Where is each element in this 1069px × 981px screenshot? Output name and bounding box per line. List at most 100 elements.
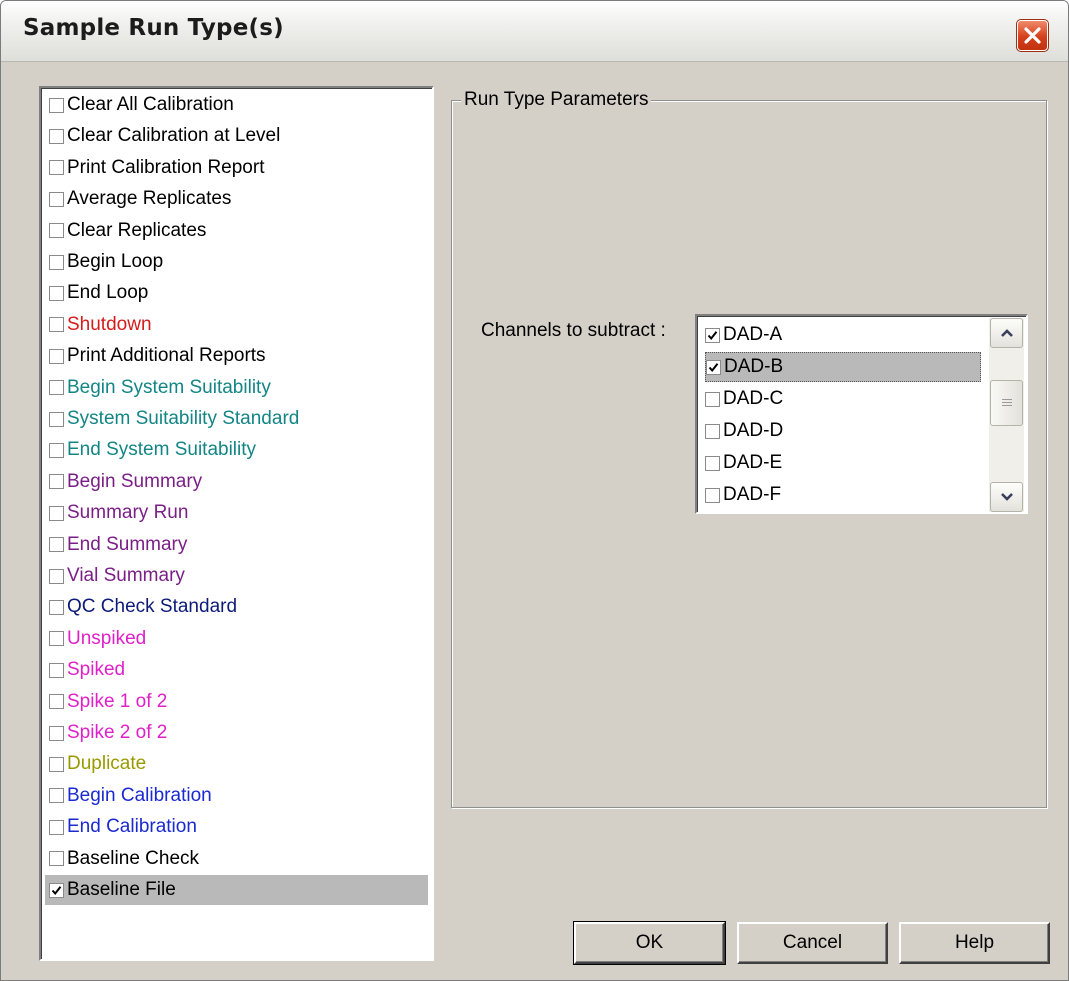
- run-type-item[interactable]: Clear All Calibration: [49, 90, 234, 120]
- ok-button[interactable]: OK: [573, 921, 726, 965]
- run-type-item[interactable]: End Calibration: [49, 812, 197, 842]
- run-type-item[interactable]: Baseline File: [45, 875, 428, 905]
- checkbox[interactable]: [705, 391, 720, 407]
- run-type-item[interactable]: Baseline Check: [49, 844, 199, 874]
- run-type-label: End Loop: [67, 282, 149, 304]
- checkbox[interactable]: [49, 474, 64, 490]
- run-type-label: Clear All Calibration: [67, 94, 234, 115]
- channel-item[interactable]: DAD-E: [705, 448, 981, 478]
- checkbox-checked[interactable]: [705, 327, 720, 343]
- checkbox[interactable]: [49, 191, 64, 207]
- run-type-item[interactable]: Spike 1 of 2: [49, 687, 167, 717]
- checkbox[interactable]: [705, 487, 720, 503]
- close-button[interactable]: [1016, 19, 1049, 52]
- checkbox[interactable]: [49, 788, 64, 804]
- channel-label: DAD-D: [723, 420, 784, 441]
- channel-item[interactable]: DAD-A: [705, 320, 981, 350]
- run-type-item[interactable]: Begin Calibration: [49, 781, 212, 811]
- run-type-label: Duplicate: [67, 753, 147, 775]
- checkbox-checked[interactable]: [49, 882, 64, 898]
- checkbox[interactable]: [49, 380, 64, 396]
- run-type-list[interactable]: Clear All Calibration Clear Calibration a…: [39, 86, 434, 961]
- run-type-item[interactable]: Begin System Suitability: [49, 373, 271, 403]
- checkbox[interactable]: [49, 631, 64, 647]
- checkbox[interactable]: [705, 423, 720, 439]
- channel-label: DAD-F: [723, 484, 782, 505]
- run-type-item[interactable]: QC Check Standard: [49, 592, 237, 622]
- checkbox[interactable]: [49, 819, 64, 835]
- checkbox[interactable]: [49, 537, 64, 553]
- checkbox[interactable]: [49, 851, 64, 867]
- run-type-item[interactable]: End Loop: [49, 278, 148, 308]
- channels-scrollbar[interactable]: [989, 318, 1024, 512]
- run-type-label: Print Calibration Report: [67, 156, 265, 178]
- checkbox[interactable]: [705, 455, 720, 471]
- checkbox[interactable]: [49, 568, 64, 584]
- run-type-label: Vial Summary: [67, 565, 185, 586]
- run-type-item[interactable]: Unspiked: [49, 624, 146, 654]
- channels-list[interactable]: DAD-A DAD-B DAD-C DAD-D DAD-E DAD-F: [695, 314, 1028, 514]
- run-type-item[interactable]: Begin Loop: [49, 247, 163, 277]
- run-type-item[interactable]: Shutdown: [49, 310, 152, 340]
- run-type-item[interactable]: Print Additional Reports: [49, 341, 266, 371]
- help-button[interactable]: Help: [899, 922, 1050, 964]
- channel-item[interactable]: DAD-F: [705, 480, 981, 510]
- checkbox[interactable]: [49, 160, 64, 176]
- checkbox[interactable]: [49, 254, 64, 270]
- run-type-item[interactable]: Clear Calibration at Level: [49, 121, 280, 151]
- run-type-item[interactable]: Clear Replicates: [49, 216, 206, 246]
- channel-item[interactable]: DAD-B: [705, 352, 981, 382]
- run-type-item[interactable]: Summary Run: [49, 498, 188, 528]
- checkbox[interactable]: [49, 662, 64, 678]
- run-type-item[interactable]: Spike 2 of 2: [49, 718, 167, 748]
- scroll-up-button[interactable]: [990, 318, 1023, 348]
- checkmark-icon: [708, 362, 719, 372]
- checkbox[interactable]: [49, 599, 64, 615]
- scroll-thumb[interactable]: [990, 380, 1023, 426]
- run-type-label: Baseline Check: [67, 847, 200, 869]
- checkbox[interactable]: [49, 505, 64, 521]
- channel-item[interactable]: DAD-D: [705, 416, 981, 446]
- run-type-item[interactable]: Print Calibration Report: [49, 153, 264, 183]
- dialog-title: Sample Run Type(s): [23, 15, 284, 41]
- run-type-label: Begin Loop: [67, 251, 164, 272]
- run-type-label: Begin Summary: [67, 470, 203, 492]
- run-type-label: System Suitability Standard: [67, 408, 300, 429]
- run-type-item[interactable]: Spiked: [49, 655, 125, 685]
- checkbox[interactable]: [49, 756, 64, 772]
- close-icon: [1024, 27, 1041, 44]
- run-type-item[interactable]: Duplicate: [49, 749, 146, 779]
- run-type-label: Summary Run: [67, 502, 189, 524]
- checkbox[interactable]: [49, 442, 64, 458]
- channel-label: DAD-C: [723, 388, 784, 409]
- checkbox[interactable]: [49, 725, 64, 741]
- channel-label: DAD-B: [724, 356, 784, 377]
- checkbox[interactable]: [49, 285, 64, 301]
- channels-to-subtract-label: Channels to subtract :: [481, 320, 666, 341]
- run-type-label: Clear Calibration at Level: [67, 125, 281, 147]
- chevron-down-icon: [1000, 493, 1013, 501]
- checkbox-checked[interactable]: [706, 359, 721, 375]
- run-type-item[interactable]: Average Replicates: [49, 184, 231, 214]
- run-type-item[interactable]: System Suitability Standard: [49, 404, 299, 434]
- scroll-down-button[interactable]: [990, 482, 1023, 512]
- cancel-button[interactable]: Cancel: [737, 922, 888, 964]
- run-type-label: Begin System Suitability: [67, 376, 271, 398]
- checkbox[interactable]: [49, 128, 64, 144]
- checkbox[interactable]: [49, 694, 64, 710]
- run-type-label: Baseline File: [67, 879, 176, 900]
- checkbox[interactable]: [49, 97, 64, 113]
- checkmark-icon: [707, 330, 718, 340]
- run-type-label: Spike 2 of 2: [67, 722, 168, 743]
- channel-item[interactable]: DAD-C: [705, 384, 981, 414]
- checkbox[interactable]: [49, 411, 64, 427]
- run-type-label: End System Suitability: [67, 439, 257, 461]
- run-type-item[interactable]: End System Suitability: [49, 435, 256, 465]
- checkbox[interactable]: [49, 317, 64, 333]
- checkbox[interactable]: [49, 223, 64, 239]
- run-type-item[interactable]: End Summary: [49, 530, 187, 560]
- run-type-label: Shutdown: [67, 313, 152, 335]
- checkbox[interactable]: [49, 348, 64, 364]
- run-type-item[interactable]: Vial Summary: [49, 561, 185, 591]
- run-type-item[interactable]: Begin Summary: [49, 467, 202, 497]
